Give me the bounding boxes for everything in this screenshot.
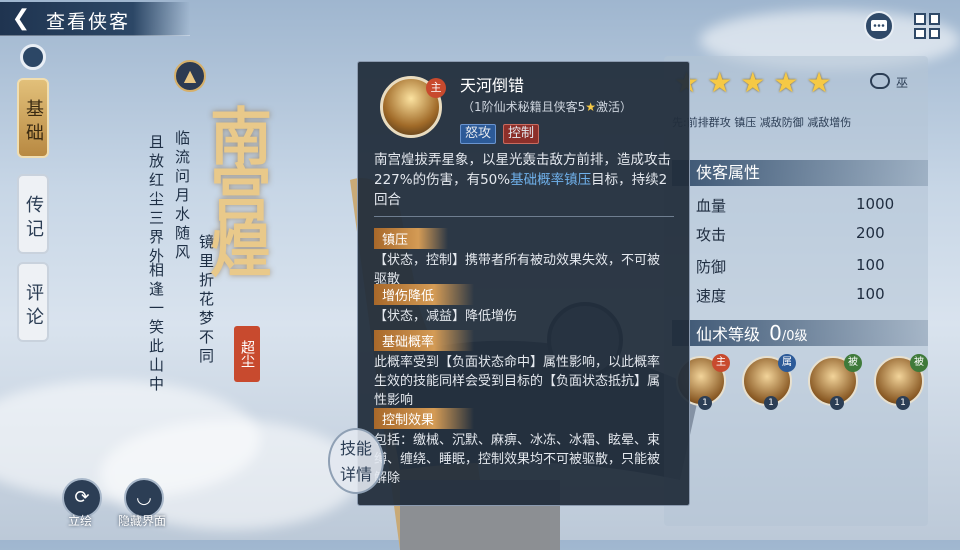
skill-tag: 主 [712,354,730,372]
hide-ui-label: 隐藏界面 [118,514,167,528]
effect-body: 【状态，减益】降低增伤 [374,309,518,324]
title-bar: ❮ 查看侠客 [0,2,190,36]
poem-line-3: 且放红尘三界外 [147,134,165,267]
skill-tooltip: 主 天河倒错 （1阶仙术秘籍且侠客5★激活） 怒攻 控制 南宫煌拔弄星象，以星光… [357,61,690,506]
skill-level: 1 [830,396,844,410]
effect-body: 包括：缴械、沉默、麻痹、冰冻、冰霜、眩晕、束缚、缠绕、睡眠，控制效果均不可被驱散… [374,433,661,486]
page-title: 查看侠客 [46,11,131,33]
skill-level: 1 [698,396,712,410]
poem-line-1: 临流问月水随风 [173,130,191,263]
redraw-label: 立绘 [68,514,93,528]
attr-value: 100 [856,256,885,274]
effect-title: 增伤降低 [374,284,475,305]
attr-value: 200 [856,224,885,242]
effect-section-suppress: 镇压 【状态，控制】携带者所有被动效果失效，不可被驱散 [374,228,672,289]
star-icon: ★ [707,66,733,99]
attr-label: 速度 [696,287,727,305]
unlock-text-suffix: 激活） [596,100,633,114]
unlock-text: （1阶仙术秘籍且侠客5 [462,100,586,114]
effect-section-control: 控制效果 包括：缴械、沉默、麻痹、冰冻、冰霜、眩晕、束缚、缠绕、睡眠，控制效果均… [374,408,672,488]
star-icon: ★ [740,66,766,99]
attr-row-hp: 血量 1000 [696,195,896,216]
skill-level: 1 [764,396,778,410]
skill-tag: 被 [910,354,928,372]
effect-title: 控制效果 [374,408,475,429]
eye-closed-icon: ◡ [136,487,152,508]
skill-tag-rage: 怒攻 [460,124,497,144]
star-icon: ★ [585,100,597,114]
effect-title: 基础概率 [374,330,475,351]
skill-tag: 属 [778,354,796,372]
chat-icon [871,20,887,31]
skill-main-badge: 主 [426,78,446,98]
skill-description: 南宫煌拔弄星象，以星光轰击敌方前排，造成攻击227%的伤害，有50%基础概率镇压… [374,150,674,217]
tab-biography[interactable]: 传记 [17,174,49,254]
poem-line-4: 相逢一笑此山中 [147,262,165,395]
role-tags: 先:前排群攻 镇压 减敌防御 减敌增伤 [672,116,852,129]
skill-detail-line1: 技能 [339,439,372,458]
skill-unlock-condition: （1阶仙术秘籍且侠客5★激活） [462,98,632,115]
skill-detail-button[interactable]: 技能 详情 [328,428,384,494]
spiral-emblem-icon [20,44,46,70]
desc-keyword: 基础概率镇压 [510,172,592,188]
immortal-level-header: 仙术等级 0/0级 [672,320,928,346]
skill-tag: 被 [844,354,862,372]
skill-tag-control: 控制 [503,124,540,144]
skill-level: 1 [896,396,910,410]
effect-section-damage-down: 增伤降低 【状态，减益】降低增伤 [374,284,672,326]
skill-slot[interactable]: 被1 [808,354,862,410]
effect-section-base-chance: 基础概率 此概率受到【负面状态命中】属性影响，以此概率生效的技能同样会受到目标的… [374,330,672,410]
star-rating: ★ ★ ★ ★ ★ [674,68,832,98]
skill-slot[interactable]: 被1 [874,354,928,410]
menu-grid-icon[interactable] [914,13,940,39]
tab-basic[interactable]: 基础 [17,78,49,158]
attr-row-spd: 速度 100 [696,285,896,306]
role-eye-icon [870,73,890,89]
immortal-label: 仙术等级 [696,325,761,344]
attr-label: 攻击 [696,226,727,244]
attr-row-def: 防御 100 [696,256,896,277]
chat-button[interactable] [864,11,894,41]
hero-seal: 超尘 [234,326,260,382]
hero-name: 南宫煌 [199,104,272,272]
hero-class-icon: ▲ [174,60,206,92]
effect-body: 此概率受到【负面状态命中】属性影响，以此概率生效的技能同样会受到目标的【负面状态… [374,355,661,408]
role-label: 巫 [896,76,909,90]
attributes-header: 侠客属性 [672,160,928,186]
attr-label: 防御 [696,258,727,276]
skill-slot[interactable]: 属1 [742,354,796,410]
skill-icon-row: 主1 属1 被1 被1 [676,354,928,410]
skill-detail-line2: 详情 [339,465,372,484]
star-icon: ★ [773,66,799,99]
top-bar: ❮ 查看侠客 [0,0,960,44]
attr-row-atk: 攻击 200 [696,224,896,245]
tab-comments[interactable]: 评论 [17,262,49,342]
attr-value: 100 [856,285,885,303]
back-button[interactable]: ❮ [6,6,36,32]
back-arrow-icon: ❮ [11,6,31,31]
star-icon: ★ [806,66,832,99]
attr-label: 血量 [696,197,727,215]
immortal-max: /0级 [781,329,808,344]
skill-name: 天河倒错 [460,76,525,95]
refresh-icon: ⟳ [74,487,90,508]
attr-value: 1000 [856,195,895,213]
immortal-level: 0 [769,321,782,345]
effect-title: 镇压 [374,228,449,249]
